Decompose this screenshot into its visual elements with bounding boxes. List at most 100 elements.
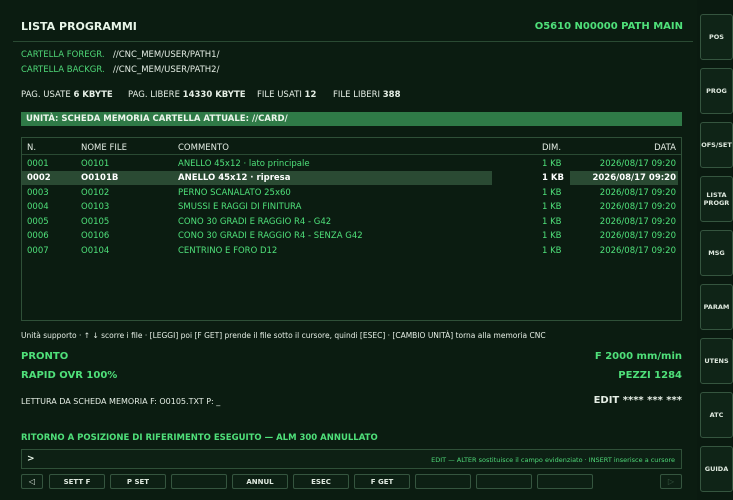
free-files-label: FILE LIBERI (333, 90, 381, 100)
used-pages-label: PAG. USATE (21, 90, 71, 100)
row-filename: O0105 (81, 217, 110, 227)
row-comment: ANELLO 45x12 · ripresa (178, 173, 291, 183)
machine-state: PRONTO (21, 351, 69, 362)
used-pages-value: 6 KBYTE (73, 90, 113, 100)
column-header-filename: NOME FILE (81, 143, 127, 153)
row-comment: CONO 30 GRADI E RAGGIO R4 - SENZA G42 (178, 231, 363, 241)
row-filename: O0106 (81, 231, 110, 241)
fkey-esec[interactable]: ESEC (293, 474, 349, 489)
foreground-folder-value: //CNC_MEM/USER/PATH1/ (113, 50, 220, 60)
row-date: 2026/08/17 09:20 (592, 173, 676, 183)
used-files-label: FILE USATI (257, 90, 302, 100)
row-date: 2026/08/17 09:20 (599, 202, 676, 212)
free-files-stat: FILE LIBERI 388 (333, 90, 401, 100)
row-size: 1 KB (542, 173, 564, 183)
column-header-date: DATA (654, 143, 676, 153)
softkey-prog[interactable]: PROG (700, 68, 733, 114)
softkey-param[interactable]: PARAM (700, 284, 733, 330)
row-size: 1 KB (542, 188, 562, 198)
table-row[interactable]: 0006 O0106 CONO 30 GRADI E RAGGIO R4 - S… (22, 229, 681, 243)
alarm-message: RITORNO A POSIZIONE DI RIFERIMENTO ESEGU… (21, 433, 378, 443)
command-line-input[interactable]: > EDIT — ALTER sostituisce il campo evid… (21, 449, 682, 469)
softkey-left-arrow[interactable]: ◁ (21, 474, 43, 489)
row-date: 2026/08/17 09:20 (599, 188, 676, 198)
row-date: 2026/08/17 09:20 (599, 217, 676, 227)
row-number: 0004 (27, 202, 49, 212)
fkey-f-get[interactable]: F GET (354, 474, 410, 489)
background-folder-value: //CNC_MEM/USER/PATH2/ (113, 65, 220, 75)
row-number: 0003 (27, 188, 49, 198)
foreground-folder-label: CARTELLA FOREGR. (21, 50, 105, 60)
page-title: LISTA PROGRAMMI (21, 20, 137, 33)
command-prompt: > (27, 454, 35, 464)
row-number: 0006 (27, 231, 49, 241)
row-date: 2026/08/17 09:20 (599, 231, 676, 241)
card-read-status: LETTURA DA SCHEDA MEMORIA F: O0105.TXT P… (21, 397, 221, 406)
program-path-readout: O5610 N00000 PATH MAIN (534, 21, 683, 32)
used-files-value: 12 (304, 90, 317, 100)
command-help: EDIT — ALTER sostituisce il campo eviden… (431, 456, 675, 464)
free-pages-value: 14330 KBYTE (182, 90, 246, 100)
free-pages-stat: PAG. LIBERE 14330 KBYTE (128, 90, 246, 100)
vertical-softkey-bar: POS PROG OFS/SET LISTA PROGR MSG PARAM U… (697, 0, 733, 500)
cnc-main-screen: LISTA PROGRAMMI O5610 N00000 PATH MAIN C… (0, 0, 697, 500)
table-row-selected[interactable]: 0002 O0101B ANELLO 45x12 · ripresa 1 KB … (22, 171, 681, 185)
row-size: 1 KB (542, 217, 562, 227)
program-list-table: N. NOME FILE COMMENTO DIM. DATA 0001 O01… (21, 137, 682, 321)
row-number: 0001 (27, 159, 49, 169)
softkey-utens[interactable]: UTENS (700, 338, 733, 384)
row-size: 1 KB (542, 159, 562, 169)
help-hint: Unità supporto · ↑ ↓ scorre i file · [LE… (21, 331, 546, 340)
softkey-atc[interactable]: ATC (700, 392, 733, 438)
table-row[interactable]: 0004 O0103 SMUSSI E RAGGI DI FINITURA 1 … (22, 200, 681, 214)
row-filename: O0101 (81, 159, 110, 169)
fkey-empty-8[interactable] (476, 474, 532, 489)
fkey-annul[interactable]: ANNUL (232, 474, 288, 489)
softkey-msg[interactable]: MSG (700, 230, 733, 276)
row-number: 0007 (27, 246, 49, 256)
piece-counter: PEZZI 1284 (618, 370, 682, 381)
column-header-size: DIM. (542, 143, 562, 153)
row-comment: PERNO SCANALATO 25x60 (178, 188, 291, 198)
fkey-sett-f[interactable]: SETT F (49, 474, 105, 489)
row-filename: O0102 (81, 188, 110, 198)
current-unit-bar: UNITÀ: SCHEDA MEMORIA CARTELLA ATTUALE: … (21, 112, 682, 126)
softkey-ofs-set[interactable]: OFS/SET (700, 122, 733, 168)
softkey-guida[interactable]: GUIDA (700, 446, 733, 492)
softkey-pos[interactable]: POS (700, 14, 733, 60)
table-row[interactable]: 0003 O0102 PERNO SCANALATO 25x60 1 KB 20… (22, 186, 681, 200)
row-number: 0002 (27, 173, 51, 183)
table-row[interactable]: 0001 O0101 ANELLO 45x12 · lato principal… (22, 157, 681, 171)
row-date: 2026/08/17 09:20 (599, 159, 676, 169)
screen-header: LISTA PROGRAMMI O5610 N00000 PATH MAIN (13, 14, 693, 42)
softkey-lista-progr[interactable]: LISTA PROGR (700, 176, 733, 222)
edit-mode-indicator: EDIT **** *** *** (593, 395, 682, 406)
fkey-empty-3[interactable] (171, 474, 227, 489)
free-pages-label: PAG. LIBERE (128, 90, 180, 100)
row-filename: O0101B (81, 173, 119, 183)
row-comment: CENTRINO E FORO D12 (178, 246, 278, 256)
row-date: 2026/08/17 09:20 (599, 246, 676, 256)
used-files-stat: FILE USATI 12 (257, 90, 316, 100)
row-comment: SMUSSI E RAGGI DI FINITURA (178, 202, 302, 212)
table-row[interactable]: 0005 O0105 CONO 30 GRADI E RAGGIO R4 - G… (22, 215, 681, 229)
row-filename: O0103 (81, 202, 110, 212)
row-comment: CONO 30 GRADI E RAGGIO R4 - G42 (178, 217, 332, 227)
fkey-empty-9[interactable] (537, 474, 593, 489)
softkey-right-arrow[interactable]: ▷ (660, 474, 682, 489)
table-row[interactable]: 0007 O0104 CENTRINO E FORO D12 1 KB 2026… (22, 244, 681, 258)
column-header-comment: COMMENTO (178, 143, 229, 153)
rapid-override: RAPID OVR 100% (21, 370, 118, 381)
background-folder-label: CARTELLA BACKGR. (21, 65, 105, 75)
free-files-value: 388 (382, 90, 401, 100)
header-divider (22, 154, 681, 155)
used-pages-stat: PAG. USATE 6 KBYTE (21, 90, 113, 100)
row-filename: O0104 (81, 246, 110, 256)
fkey-p-set[interactable]: P SET (110, 474, 166, 489)
column-header-number: N. (27, 143, 37, 153)
fkey-empty-7[interactable] (415, 474, 471, 489)
feed-rate: F 2000 mm/min (594, 351, 682, 362)
row-size: 1 KB (542, 231, 562, 241)
row-comment: ANELLO 45x12 · lato principale (178, 159, 310, 169)
row-size: 1 KB (542, 246, 562, 256)
